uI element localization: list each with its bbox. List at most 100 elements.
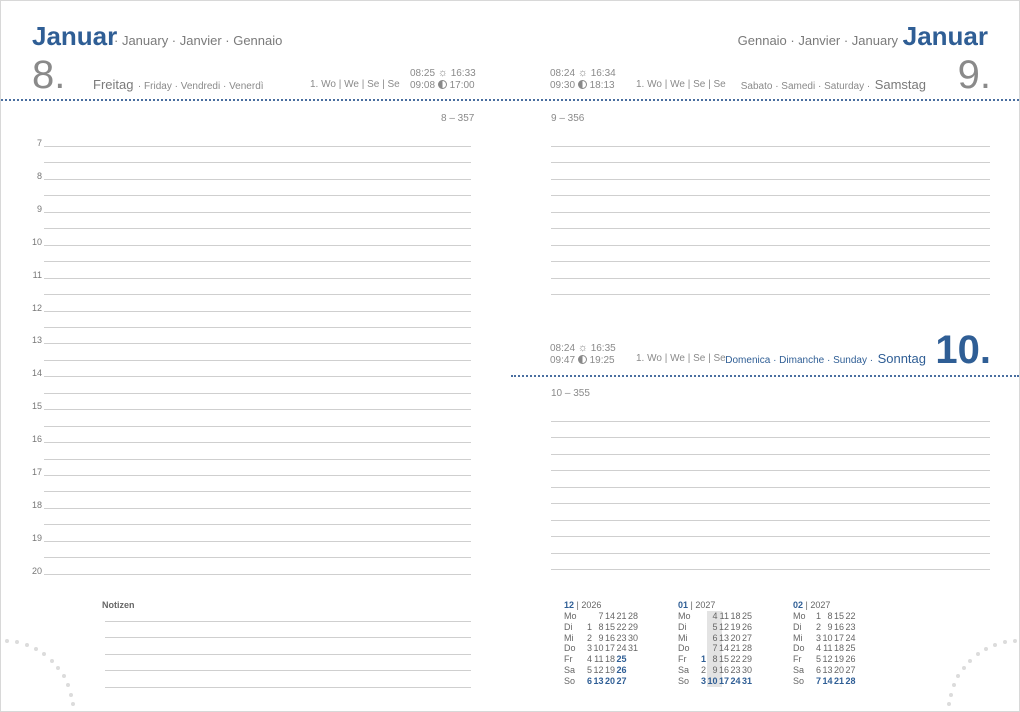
writing-line (44, 211, 471, 213)
writing-line (44, 540, 471, 542)
right-month-langs: Gennaio · Janvier · January · (737, 33, 906, 48)
mini-calendar-year: 2026 (581, 600, 602, 610)
writing-line (44, 326, 471, 328)
mini-calendar-row: So 3 10 17 24 31 (678, 676, 788, 687)
hour-label: 18 (31, 499, 42, 510)
mini-calendar-row: So 7 14 21 28 (793, 676, 903, 687)
weekday-abbrev: Di (793, 621, 802, 632)
hour-label: 11 (32, 269, 42, 280)
writing-line (551, 195, 990, 197)
ring-dot (61, 674, 66, 679)
writing-line (44, 557, 471, 559)
sunday-day-number: 10. (935, 328, 991, 372)
mini-calendar: 02 | 2027 Mo 1 8 15 22 Di 2 9 16 23 Mi 3 10 17 24 Do 4 11 1… (793, 600, 903, 687)
mini-calendar-day: 31 (627, 643, 638, 654)
weekday-abbrev: Sa (793, 664, 805, 675)
hour-label: 12 (31, 302, 42, 313)
weekday-abbrev: Fr (793, 654, 802, 665)
weekday-abbrev: So (793, 675, 805, 686)
mini-calendar-row: Di 1 8 15 22 29 (564, 622, 674, 633)
writing-line (44, 491, 471, 493)
writing-line (44, 294, 471, 295)
weekday-abbrev: So (678, 675, 690, 686)
right-sunset: 16:34 (590, 68, 616, 79)
ring-dot (15, 640, 20, 645)
mini-calendar-day: 30 (741, 664, 752, 675)
ring-dot (956, 674, 961, 679)
weekday-abbrev: Di (678, 621, 687, 632)
hour-label: 17 (31, 467, 42, 477)
mini-calendar-row: Fr 4 11 18 25 (564, 654, 674, 665)
writing-line (44, 178, 471, 180)
right-month-title: Januar (902, 21, 988, 51)
mini-calendar-day: 30 (627, 632, 638, 643)
mini-calendar-row: Mo 4 11 18 25 (678, 611, 788, 622)
writing-line (551, 211, 990, 213)
writing-line (551, 470, 990, 472)
mini-calendar-day: 27 (741, 632, 752, 643)
ring-dot (5, 639, 10, 644)
writing-line (44, 425, 471, 427)
left-month-langs: · January · Janvier · Gennaio (114, 33, 283, 48)
right-week-info: 1. Wo | We | Se | Se (636, 79, 726, 90)
weekday-abbrev: Mo (564, 611, 577, 621)
mini-calendar: 12 | 2026 Mo 7 14 21 28 Di 1 8 15 22 29 Mi 2 9 16 23 30 Do… (564, 600, 674, 687)
mini-calendar-row: Fr 5 12 19 26 (793, 654, 903, 665)
mini-calendar-day: 31 (741, 675, 752, 686)
writing-line (44, 573, 471, 575)
weekday-abbrev: Do (564, 643, 576, 654)
hour-label: 16 (31, 434, 42, 445)
writing-line (551, 178, 990, 180)
writing-line (44, 277, 471, 279)
mini-calendar-row: Fr 1 8 15 22 29 (678, 654, 788, 665)
left-moonset: 17:00 (449, 80, 475, 91)
sunday-week-info: 1. Wo | We | Se | Se (636, 353, 726, 364)
sunday-weekday: Domenica · Dimanche · Sunday · Sonntag (725, 350, 926, 368)
left-sunset: 16:33 (450, 68, 476, 79)
writing-line (551, 244, 990, 246)
sunday-dotted-divider (511, 375, 1019, 377)
writing-line (44, 458, 471, 460)
writing-line (44, 359, 471, 361)
hour-label: 14 (31, 368, 42, 379)
left-weekday: Freitag · Friday · Vendredi · Venerdì (93, 76, 264, 94)
weekday-abbrev: Fr (564, 654, 573, 665)
mini-calendar-row: Sa 2 9 16 23 30 (678, 665, 788, 676)
right-sun-moon: 08:24 ☼ 16:34 09:30 18:13 (550, 67, 616, 92)
left-month-title: Januar (32, 21, 118, 51)
mini-calendar-header: 01 | 2027 (678, 600, 788, 611)
mini-calendar-day: 28 (845, 675, 856, 686)
hour-label: 9 (36, 203, 42, 214)
right-moonrise: 09:30 (550, 80, 576, 91)
ring-dot (948, 692, 953, 697)
writing-line (44, 524, 471, 526)
mini-calendar-row: Sa 6 13 20 27 (793, 665, 903, 676)
planner-spread: Januar · January · Janvier · Gennaio 8. … (0, 0, 1020, 712)
sunday-sun-moon: 08:24 ☼ 16:35 09:47 19:25 (550, 342, 616, 367)
mini-calendar-row: Mi 3 10 17 24 (793, 633, 903, 644)
mini-calendar-header: 02 | 2027 (793, 600, 903, 611)
hour-label: 10 (31, 236, 42, 247)
hour-label: 8 (36, 170, 42, 181)
writing-line (105, 670, 471, 672)
mini-calendar-day: 26 (741, 621, 752, 632)
writing-line (551, 228, 990, 230)
writing-line (105, 686, 471, 688)
left-day-number: 8. (32, 53, 66, 97)
ring-dot (947, 702, 952, 707)
sunday-moonrise: 09:47 (550, 355, 576, 366)
mini-calendar-row: Di 2 9 16 23 (793, 622, 903, 633)
writing-line (44, 376, 471, 378)
mini-calendar-month: 01 (678, 600, 689, 610)
right-weekday: Sabato · Samedi · Saturday · Samstag (741, 76, 926, 94)
writing-line (551, 261, 990, 263)
mini-calendar-row: Mi 2 9 16 23 30 (564, 633, 674, 644)
mini-calendar-month: 02 (793, 600, 804, 610)
writing-line (105, 653, 471, 655)
sunday-weekday-langs: Domenica · Dimanche · Sunday · (725, 355, 874, 366)
ring-dot (1002, 640, 1007, 645)
sun-icon: ☼ (577, 342, 588, 354)
left-sun-moon: 08:25 ☼ 16:33 09:08 17:00 (410, 67, 476, 92)
moon-icon (577, 80, 587, 89)
ring-dot (961, 666, 966, 671)
